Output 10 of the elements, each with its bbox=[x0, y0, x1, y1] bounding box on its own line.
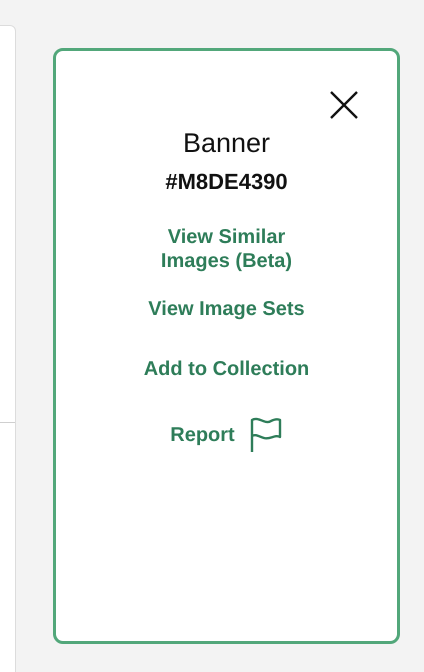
close-button[interactable] bbox=[328, 89, 360, 121]
action-link[interactable]: Add to Collection bbox=[144, 357, 310, 381]
action-link[interactable]: View Image Sets bbox=[148, 297, 305, 321]
flag-icon bbox=[248, 417, 283, 453]
action-link[interactable]: View Similar Images (Beta) bbox=[142, 225, 312, 273]
panel-title: Banner bbox=[182, 127, 270, 159]
report-label: Report bbox=[170, 423, 235, 447]
image-id: #M8DE4390 bbox=[165, 168, 288, 196]
report-link[interactable]: Report bbox=[170, 417, 283, 453]
close-icon bbox=[329, 90, 359, 120]
